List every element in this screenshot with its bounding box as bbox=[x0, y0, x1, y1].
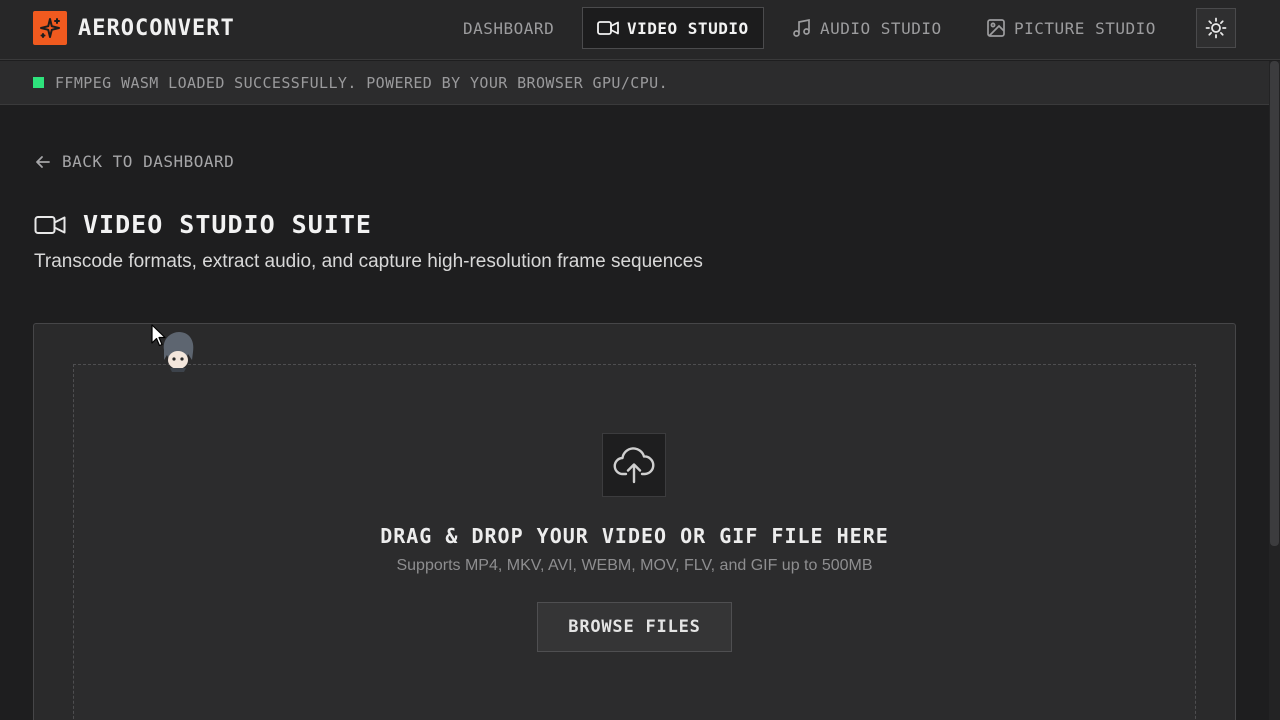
page-header: VIDEO STUDIO SUITE bbox=[34, 210, 372, 239]
nav-video-studio[interactable]: VIDEO STUDIO bbox=[582, 7, 764, 49]
page-scrollbar[interactable] bbox=[1269, 61, 1280, 720]
nav-picture-studio-label: PICTURE STUDIO bbox=[1014, 18, 1156, 38]
sparkle-logo-icon bbox=[33, 11, 67, 45]
music-note-icon bbox=[793, 18, 810, 37]
nav-video-studio-label: VIDEO STUDIO bbox=[627, 18, 749, 38]
scrollbar-thumb[interactable] bbox=[1270, 61, 1279, 546]
mascot-sticker-icon bbox=[163, 332, 194, 372]
nav-audio-studio-label: AUDIO STUDIO bbox=[820, 18, 942, 38]
image-icon bbox=[987, 19, 1005, 37]
status-bar: FFMPEG WASM LOADED SUCCESSFULLY. POWERED… bbox=[0, 61, 1280, 105]
status-text: FFMPEG WASM LOADED SUCCESSFULLY. POWERED… bbox=[55, 73, 668, 92]
upload-panel: DRAG & DROP YOUR VIDEO OR GIF FILE HERE … bbox=[33, 323, 1236, 720]
video-camera-icon bbox=[597, 21, 619, 35]
page-subtitle: Transcode formats, extract audio, and ca… bbox=[34, 251, 703, 272]
nav-audio-studio[interactable]: AUDIO STUDIO bbox=[792, 7, 942, 49]
nav-picture-studio[interactable]: PICTURE STUDIO bbox=[986, 7, 1156, 49]
nav-dashboard[interactable]: DASHBOARD bbox=[463, 7, 554, 49]
video-camera-icon bbox=[34, 215, 66, 234]
theme-toggle-button[interactable] bbox=[1196, 8, 1236, 48]
page-title: VIDEO STUDIO SUITE bbox=[83, 210, 372, 239]
nav-dashboard-label: DASHBOARD bbox=[463, 18, 555, 38]
arrow-left-icon bbox=[36, 155, 50, 168]
top-header: AEROCONVERT DASHBOARD VIDEO STUDIO AUDIO… bbox=[0, 0, 1280, 60]
status-indicator bbox=[33, 77, 44, 88]
file-dropzone[interactable]: DRAG & DROP YOUR VIDEO OR GIF FILE HERE … bbox=[73, 364, 1196, 720]
cloud-upload-icon bbox=[613, 447, 655, 484]
browse-files-button[interactable]: BROWSE FILES bbox=[537, 602, 732, 652]
app-name: AEROCONVERT bbox=[78, 15, 235, 41]
upload-icon-container bbox=[602, 433, 666, 497]
dropzone-subtitle: Supports MP4, MKV, AVI, WEBM, MOV, FLV, … bbox=[396, 557, 873, 574]
dropzone-title: DRAG & DROP YOUR VIDEO OR GIF FILE HERE bbox=[380, 524, 889, 548]
browse-files-label: BROWSE FILES bbox=[568, 617, 701, 637]
sun-icon bbox=[1205, 17, 1227, 39]
back-to-dashboard-link[interactable]: BACK TO DASHBOARD bbox=[34, 152, 234, 171]
brand[interactable]: AEROCONVERT bbox=[33, 11, 235, 45]
back-link-label: BACK TO DASHBOARD bbox=[62, 152, 235, 171]
